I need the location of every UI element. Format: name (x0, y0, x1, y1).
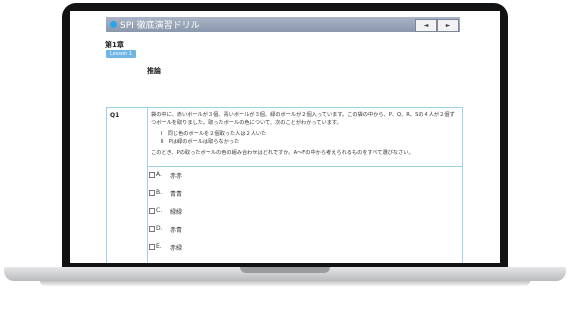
laptop-shadow (40, 281, 530, 286)
app-logo-icon (110, 21, 117, 28)
chapter-heading: 第1章 (105, 41, 124, 49)
checkbox-icon[interactable] (149, 189, 155, 196)
choice-b[interactable]: B. 青青 (149, 189, 182, 199)
choice-key: E. (156, 243, 162, 250)
laptop-notch (240, 267, 330, 273)
question-number: Q1 (110, 112, 120, 119)
next-page-button[interactable]: ► (437, 19, 459, 32)
choice-text: 赤緑 (170, 245, 183, 252)
checkbox-icon[interactable] (149, 243, 155, 250)
choice-c[interactable]: C. 緑緑 (149, 207, 182, 217)
choice-key: C. (156, 207, 163, 214)
question-text: 袋の中に、赤いボールが３個、青いボールが３個、緑のボールが２個入っています。この… (151, 112, 459, 158)
topic-heading: 推論 (147, 67, 161, 75)
lesson-badge: Lesson 1 (106, 50, 136, 58)
choice-key: A. (156, 171, 162, 178)
choice-text: 緑緑 (170, 209, 183, 216)
question-divider (147, 166, 462, 167)
question-prompt: このとき、Pの取ったボールの色の組み合わせはどれですか。A〜Fの中から考えられる… (151, 150, 414, 157)
checkbox-icon[interactable] (149, 225, 155, 232)
question-number-column: Q1 (107, 108, 148, 263)
prev-page-button[interactable]: ◄ (415, 19, 437, 32)
checkbox-icon[interactable] (149, 207, 155, 214)
app-title: SPI 徹底演習ドリル (120, 21, 200, 31)
choice-d[interactable]: D. 赤青 (149, 225, 182, 235)
question-intro: 袋の中に、赤いボールが３個、青いボールが３個、緑のボールが２個入っています。この… (151, 112, 455, 126)
app-titlebar: SPI 徹底演習ドリル ◄ ► (106, 17, 460, 32)
choice-key: B. (156, 189, 163, 196)
choice-a[interactable]: A. 赤赤 (149, 171, 182, 181)
laptop-screen: SPI 徹底演習ドリル ◄ ► 第1章 Lesson 1 推論 Q1 袋の中に、… (70, 11, 500, 263)
choice-text: 青青 (170, 191, 183, 198)
condition-1: Ⅰ 同じ色のボールを２個取った人は２人いた (161, 131, 267, 138)
choice-e[interactable]: E. 赤緑 (149, 243, 182, 253)
choice-text: 赤青 (170, 227, 183, 234)
checkbox-icon[interactable] (149, 171, 155, 178)
choice-key: D. (156, 225, 163, 232)
choice-text: 赤赤 (170, 173, 183, 180)
question-card: Q1 袋の中に、赤いボールが３個、青いボールが３個、緑のボールが２個入っています… (106, 107, 463, 263)
condition-2: Ⅱ Pは緑のボールは取らなかった (161, 138, 240, 145)
